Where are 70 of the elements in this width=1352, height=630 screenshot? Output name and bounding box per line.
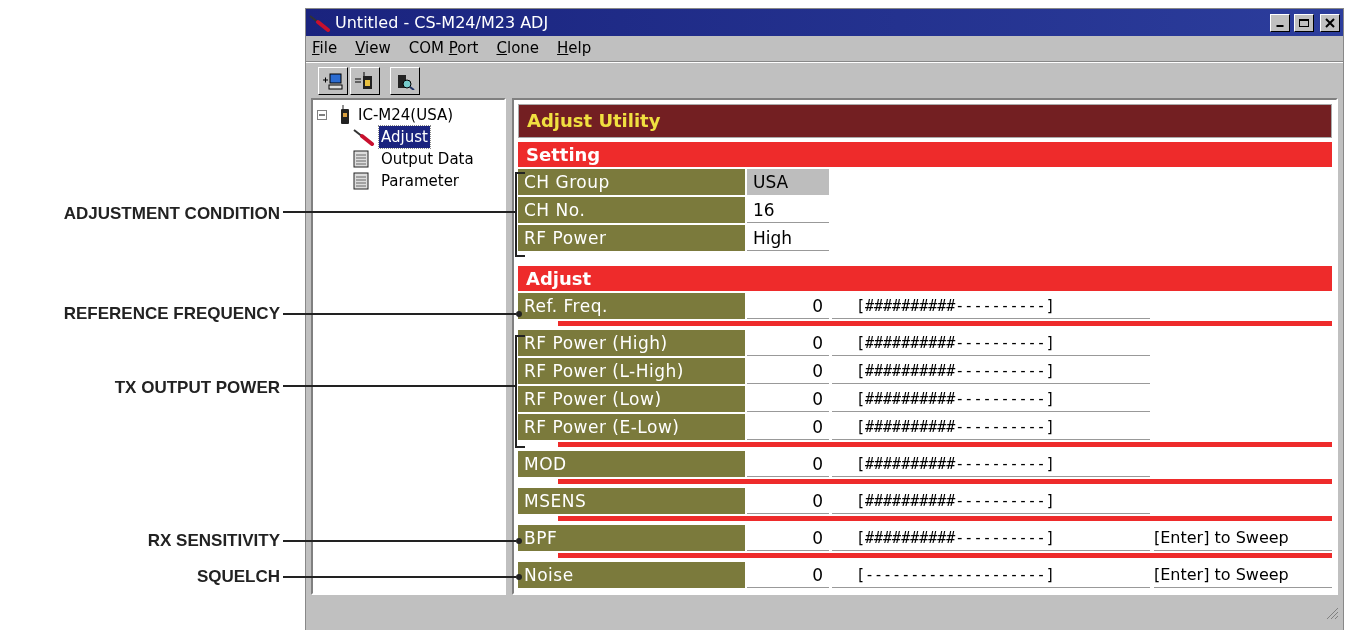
window-title: Untitled - CS-M24/M23 ADJ: [335, 11, 549, 34]
row-label: MOD: [518, 451, 745, 477]
value-cell: High: [747, 225, 829, 251]
tree-item[interactable]: Parameter: [379, 169, 462, 193]
section-header: Setting: [518, 142, 1332, 167]
menu-item[interactable]: File: [312, 37, 338, 60]
level-bar-text: [##########----------]: [832, 293, 1150, 319]
callout-label: SQUELCH: [195, 567, 280, 587]
value-cell: 0: [747, 414, 829, 440]
close-icon: [1324, 17, 1336, 28]
level-bar-text: [##########----------]: [832, 451, 1150, 477]
transceiver-tool-button[interactable]: [350, 66, 380, 95]
document-icon: [353, 172, 369, 190]
collapse-icon[interactable]: [317, 110, 327, 120]
level-bar-text: [##########----------]: [832, 414, 1150, 440]
minimize-icon: [1276, 24, 1284, 27]
row-label: RF Power (Low): [518, 386, 745, 412]
menu-item[interactable]: COM Port: [408, 37, 479, 60]
value-cell: 0: [747, 293, 829, 319]
row-label: Ref. Freq.: [518, 293, 745, 319]
value-cell: 0: [747, 451, 829, 477]
tree-item[interactable]: IC-M24(USA): [358, 103, 454, 127]
panel-header: Adjust Utility: [518, 104, 1332, 138]
row-label: BPF: [518, 525, 745, 551]
level-bar-text: [##########----------]: [832, 358, 1150, 384]
maximize-button[interactable]: [1294, 13, 1314, 32]
callout-label: REFERENCE FREQUENCY: [62, 304, 280, 324]
computer-icon: [322, 71, 344, 90]
callout-label: RX SENSITIVITY: [146, 531, 280, 551]
row-label: RF Power (High): [518, 330, 745, 356]
row-label: CH No.: [518, 197, 745, 223]
callout-label: TX OUTPUT POWER: [113, 378, 280, 398]
row-label: RF Power (E-Low): [518, 414, 745, 440]
section-header: Adjust: [518, 266, 1332, 291]
row-label: Noise: [518, 562, 745, 588]
maximize-icon: [1298, 17, 1310, 28]
screwdriver-icon: [309, 13, 331, 32]
callout-label: ADJUSTMENT CONDITION: [62, 204, 280, 224]
tree-item[interactable]: Output Data: [379, 147, 476, 171]
value-cell: USA: [747, 169, 829, 195]
level-bar-text: [##########----------]: [832, 488, 1150, 514]
value-cell: 0: [747, 488, 829, 514]
document-icon: [353, 150, 369, 168]
row-label: RF Power: [518, 225, 745, 251]
menu-item[interactable]: Clone: [496, 37, 540, 60]
transceiver-search-button[interactable]: [390, 66, 420, 95]
close-button[interactable]: [1320, 13, 1340, 32]
row-label: RF Power (L-High): [518, 358, 745, 384]
row-label: CH Group: [518, 169, 745, 195]
minimize-button[interactable]: [1270, 13, 1290, 32]
value-cell: 0: [747, 330, 829, 356]
value-cell: 0: [747, 525, 829, 551]
resize-grip-icon[interactable]: [1325, 606, 1339, 620]
level-bar-text: [##########----------]: [832, 386, 1150, 412]
row-label: MSENS: [518, 488, 745, 514]
level-bar-text: [--------------------]: [832, 562, 1150, 588]
tree-item[interactable]: Adjust: [379, 125, 430, 149]
screwdriver-icon: [353, 128, 375, 146]
sweep-hint: [Enter] to Sweep: [1154, 525, 1332, 551]
level-bar-text: [##########----------]: [832, 330, 1150, 356]
value-cell: 16: [747, 197, 829, 223]
radio-icon: [338, 105, 352, 125]
level-bar-text: [##########----------]: [832, 525, 1150, 551]
computer-button[interactable]: [318, 66, 348, 95]
sweep-hint: [Enter] to Sweep: [1154, 562, 1332, 588]
menu-item[interactable]: View: [355, 37, 391, 60]
value-cell: 0: [747, 562, 829, 588]
value-cell: 0: [747, 386, 829, 412]
value-cell: 0: [747, 358, 829, 384]
menu-item[interactable]: Help: [557, 37, 592, 60]
